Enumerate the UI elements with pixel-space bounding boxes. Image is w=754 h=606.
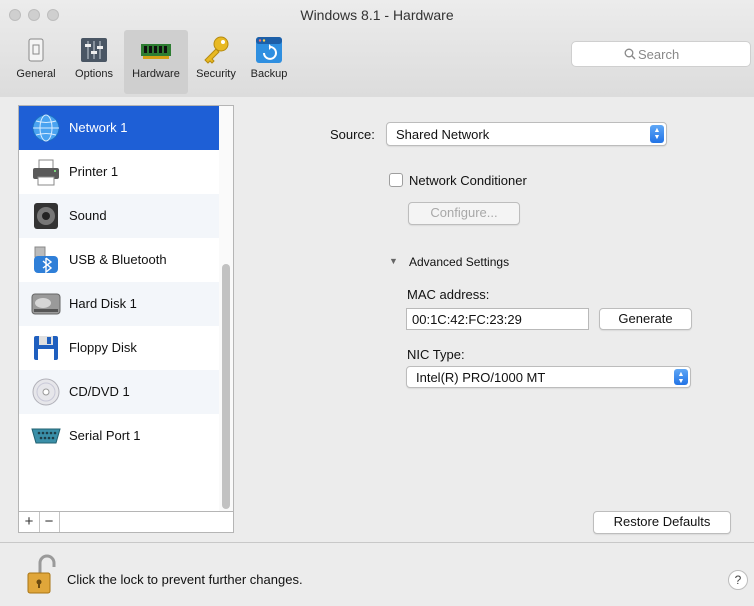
device-item-floppy-disk[interactable]: Floppy Disk bbox=[19, 326, 219, 370]
device-list[interactable]: Network 1 Printer 1 Sound USB & Bluetoot… bbox=[18, 105, 234, 515]
device-label: CD/DVD 1 bbox=[69, 384, 130, 399]
search-icon bbox=[624, 48, 636, 60]
toolbar-backup[interactable]: Backup bbox=[244, 30, 294, 94]
disclosure-triangle-icon[interactable]: ▼ bbox=[389, 256, 398, 266]
device-label: Hard Disk 1 bbox=[69, 296, 137, 311]
toolbar-security-label: Security bbox=[196, 68, 236, 80]
generate-button[interactable]: Generate bbox=[599, 308, 692, 330]
network-conditioner-checkbox[interactable] bbox=[389, 173, 403, 187]
floppy-disk-icon bbox=[31, 333, 61, 363]
device-label: Sound bbox=[69, 208, 107, 223]
source-label: Source: bbox=[330, 127, 375, 142]
title-bar: Windows 8.1 - Hardware General Options H… bbox=[0, 0, 754, 98]
add-device-button[interactable]: + bbox=[19, 512, 40, 532]
printer-icon bbox=[31, 157, 61, 187]
toolbar-general-label: General bbox=[16, 68, 56, 80]
toolbar-options[interactable]: Options bbox=[66, 30, 122, 94]
key-icon bbox=[200, 34, 232, 66]
source-value: Shared Network bbox=[396, 127, 490, 142]
general-icon bbox=[20, 34, 52, 66]
nic-type-popup[interactable]: Intel(R) PRO/1000 MT ▲ ▼ bbox=[406, 366, 691, 388]
device-item-usb-bluetooth[interactable]: USB & Bluetooth bbox=[19, 238, 219, 282]
speaker-icon bbox=[31, 201, 61, 231]
hardware-icon bbox=[140, 34, 172, 66]
device-item-serial-port-1[interactable]: Serial Port 1 bbox=[19, 414, 219, 458]
footer-bar: Click the lock to prevent further change… bbox=[0, 542, 754, 606]
toolbar-general[interactable]: General bbox=[8, 30, 64, 94]
configure-button[interactable]: Configure... bbox=[408, 202, 520, 225]
backup-icon bbox=[253, 34, 285, 66]
device-item-hard-disk-1[interactable]: Hard Disk 1 bbox=[19, 282, 219, 326]
toolbar-options-label: Options bbox=[75, 68, 113, 80]
hard-disk-icon bbox=[31, 289, 61, 319]
toolbar-backup-label: Backup bbox=[250, 68, 288, 80]
options-icon bbox=[78, 34, 110, 66]
network-globe-icon bbox=[31, 113, 61, 143]
device-list-scroll-thumb[interactable] bbox=[222, 264, 230, 509]
search-field[interactable]: Search bbox=[571, 41, 751, 67]
advanced-settings-label[interactable]: Advanced Settings bbox=[409, 255, 509, 269]
nic-type-label: NIC Type: bbox=[407, 347, 465, 362]
device-item-sound[interactable]: Sound bbox=[19, 194, 219, 238]
toolbar-security[interactable]: Security bbox=[190, 30, 242, 94]
lock-message: Click the lock to prevent further change… bbox=[67, 572, 303, 587]
list-controls: + − bbox=[18, 511, 234, 533]
mac-address-label: MAC address: bbox=[407, 287, 490, 302]
serial-port-icon bbox=[31, 421, 61, 451]
toolbar-hardware[interactable]: Hardware bbox=[124, 30, 188, 94]
main-content: Network 1 Printer 1 Sound USB & Bluetoot… bbox=[0, 97, 754, 542]
device-label: Serial Port 1 bbox=[69, 428, 141, 443]
device-item-network-1[interactable]: Network 1 bbox=[19, 106, 219, 150]
device-label: USB & Bluetooth bbox=[69, 252, 167, 267]
lock-icon[interactable] bbox=[24, 553, 58, 597]
popup-arrows-icon: ▲ ▼ bbox=[650, 125, 664, 143]
toolbar-hardware-label: Hardware bbox=[132, 68, 180, 80]
device-item-printer-1[interactable]: Printer 1 bbox=[19, 150, 219, 194]
search-placeholder: Search bbox=[638, 47, 680, 62]
device-label: Printer 1 bbox=[69, 164, 119, 179]
source-popup[interactable]: Shared Network ▲ ▼ bbox=[386, 122, 667, 146]
remove-device-button[interactable]: − bbox=[39, 512, 60, 532]
popup-arrows-icon: ▲ ▼ bbox=[674, 369, 688, 385]
window-title: Windows 8.1 - Hardware bbox=[300, 7, 454, 23]
help-button[interactable]: ? bbox=[728, 570, 748, 590]
network-conditioner-label: Network Conditioner bbox=[409, 173, 527, 188]
mac-address-field[interactable]: 00:1C:42:FC:23:29 bbox=[406, 308, 589, 330]
usb-bluetooth-icon bbox=[31, 245, 61, 275]
device-label: Floppy Disk bbox=[69, 340, 137, 355]
cd-dvd-icon bbox=[31, 377, 61, 407]
device-item-cd-dvd-1[interactable]: CD/DVD 1 bbox=[19, 370, 219, 414]
device-label: Network 1 bbox=[69, 120, 128, 135]
restore-defaults-button[interactable]: Restore Defaults bbox=[593, 511, 731, 534]
nic-type-value: Intel(R) PRO/1000 MT bbox=[416, 370, 546, 385]
